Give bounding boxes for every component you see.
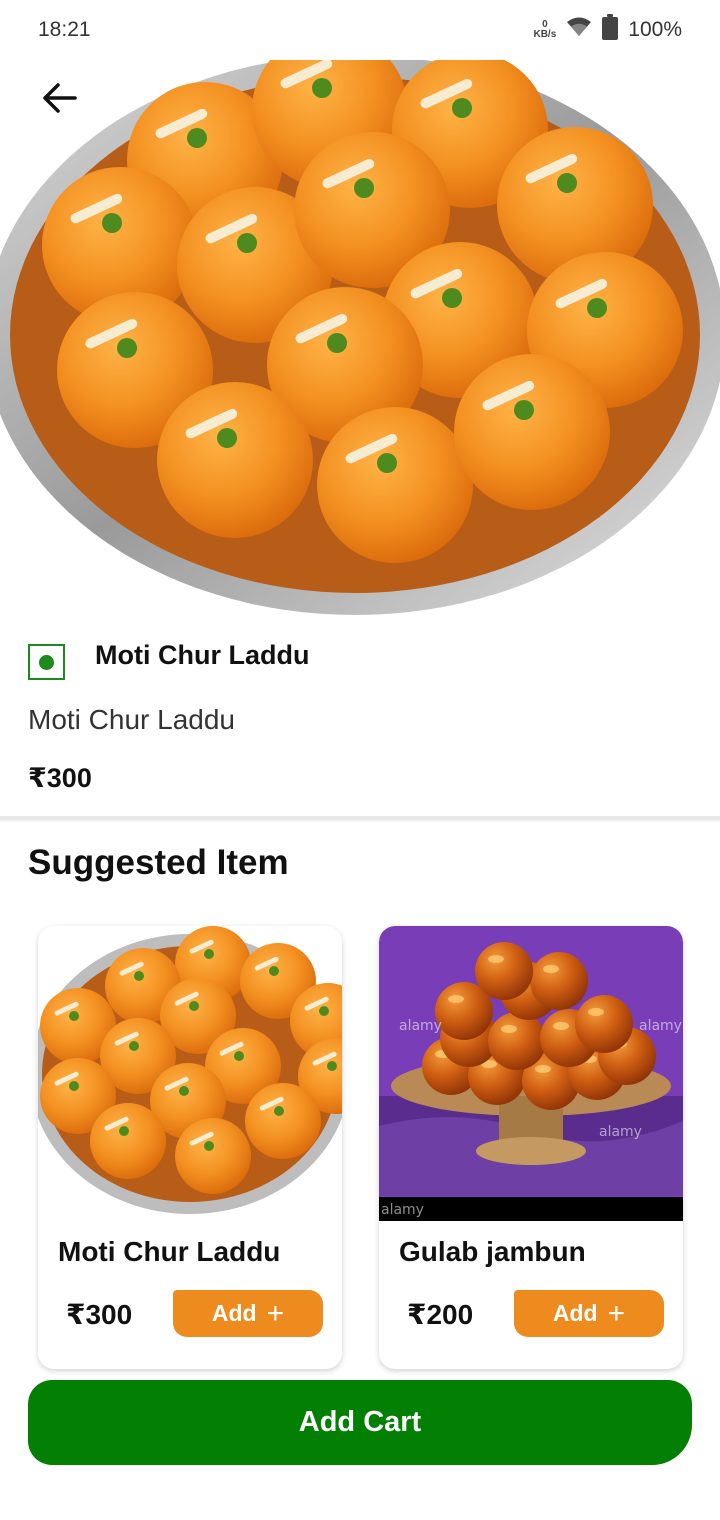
image-watermark: alamy	[381, 1202, 424, 1218]
product-title: Moti Chur Laddu	[95, 640, 310, 670]
suggested-item-image: alamy alamy alamy alamy	[379, 926, 683, 1221]
product-detail-screen: 18:21 0 KB/s 100% Moti Chur Laddu Moti C…	[0, 0, 720, 1520]
product-price: ₹300	[28, 763, 92, 793]
veg-indicator-icon	[28, 644, 65, 680]
add-cart-button[interactable]: Add Cart	[28, 1380, 692, 1465]
laddu-plate-illustration	[0, 60, 720, 615]
suggested-item-name: Gulab jambun	[399, 1236, 586, 1267]
battery-icon	[602, 14, 619, 46]
add-item-button[interactable]: Add +	[514, 1290, 664, 1337]
plus-icon: +	[266, 1296, 285, 1330]
image-watermark: alamy	[399, 1018, 442, 1034]
add-button-label: Add	[552, 1300, 598, 1326]
suggested-item-card[interactable]: alamy alamy alamy alamy Gulab jambun ₹20…	[379, 926, 683, 1369]
product-info: Moti Chur Laddu Moti Chur Laddu ₹300	[0, 620, 720, 816]
suggested-section-title: Suggested Item	[28, 843, 289, 882]
product-description: Moti Chur Laddu	[28, 704, 236, 735]
suggested-item-name: Moti Chur Laddu	[58, 1236, 281, 1267]
status-icons: 0 KB/s 100%	[533, 14, 682, 46]
section-divider	[0, 816, 720, 820]
suggested-item-price: ₹300	[66, 1299, 133, 1330]
add-button-label: Add	[211, 1300, 257, 1326]
arrow-left-icon	[43, 83, 77, 113]
network-speed-unit: KB/s	[533, 29, 557, 40]
suggested-item-card[interactable]: Moti Chur Laddu ₹300 Add +	[38, 926, 342, 1369]
add-item-button[interactable]: Add +	[173, 1290, 323, 1337]
product-hero-image	[0, 60, 720, 620]
image-watermark: alamy	[639, 1018, 682, 1034]
plus-icon: +	[607, 1296, 626, 1330]
battery-percent: 100%	[628, 18, 682, 41]
suggested-item-price: ₹200	[407, 1299, 474, 1330]
wifi-icon	[566, 16, 592, 44]
back-button[interactable]	[36, 76, 84, 120]
suggested-item-image	[38, 926, 342, 1221]
network-speed: 0 KB/s	[533, 20, 556, 40]
status-time: 18:21	[38, 18, 91, 41]
status-bar: 18:21 0 KB/s 100%	[0, 0, 720, 60]
image-watermark: alamy	[599, 1124, 642, 1140]
